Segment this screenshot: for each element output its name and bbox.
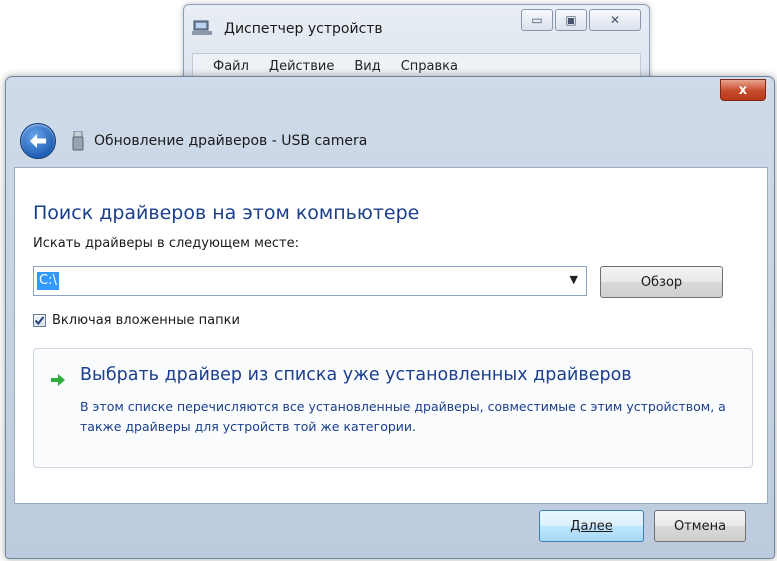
next-button-label: Далее	[570, 518, 613, 534]
device-manager-title: Диспетчер устройств	[224, 21, 383, 37]
device-manager-icon	[192, 20, 212, 35]
menu-file[interactable]: Файл	[213, 59, 249, 74]
include-subfolders-row[interactable]: Включая вложенные папки	[33, 313, 240, 328]
dialog-close-button[interactable]: x	[720, 79, 766, 101]
driver-path-combobox[interactable]: C:\ ▼	[33, 266, 587, 296]
next-button[interactable]: Далее	[539, 510, 644, 542]
usb-device-icon	[72, 131, 84, 151]
menu-action[interactable]: Действие	[269, 59, 334, 74]
dropdown-arrow-icon[interactable]: ▼	[570, 273, 578, 286]
update-driver-dialog: x Обновление драйверов - USB camera Поис…	[5, 76, 775, 559]
checkmark-icon	[34, 316, 45, 326]
window-controls: ▭ ▣ ✕	[521, 9, 641, 31]
dialog-header: Обновление драйверов - USB camera	[14, 115, 766, 167]
pick-from-list-option[interactable]: Выбрать драйвер из списка уже установлен…	[33, 348, 753, 468]
close-button[interactable]: ✕	[589, 9, 641, 31]
include-subfolders-label[interactable]: Включая вложенные папки	[52, 313, 240, 328]
page-heading: Поиск драйверов на этом компьютере	[33, 202, 420, 224]
pick-option-description: В этом списке перечисляются все установл…	[80, 399, 726, 434]
menu-help[interactable]: Справка	[401, 59, 458, 74]
back-arrow-icon	[30, 134, 46, 148]
minimize-button[interactable]: ▭	[521, 9, 553, 31]
maximize-button[interactable]: ▣	[555, 9, 587, 31]
green-arrow-icon	[51, 374, 65, 386]
browse-button[interactable]: Обзор	[600, 266, 723, 298]
pick-option-title[interactable]: Выбрать драйвер из списка уже установлен…	[80, 365, 632, 385]
include-subfolders-checkbox[interactable]	[33, 314, 46, 327]
cancel-button[interactable]: Отмена	[654, 510, 746, 542]
menu-view[interactable]: Вид	[354, 59, 380, 74]
location-label: Искать драйверы в следующем месте:	[33, 236, 299, 251]
back-button[interactable]	[20, 123, 56, 159]
wizard-content: Поиск драйверов на этом компьютере Искат…	[14, 167, 768, 504]
dialog-title: Обновление драйверов - USB camera	[94, 133, 368, 149]
driver-path-value[interactable]: C:\	[37, 272, 59, 290]
